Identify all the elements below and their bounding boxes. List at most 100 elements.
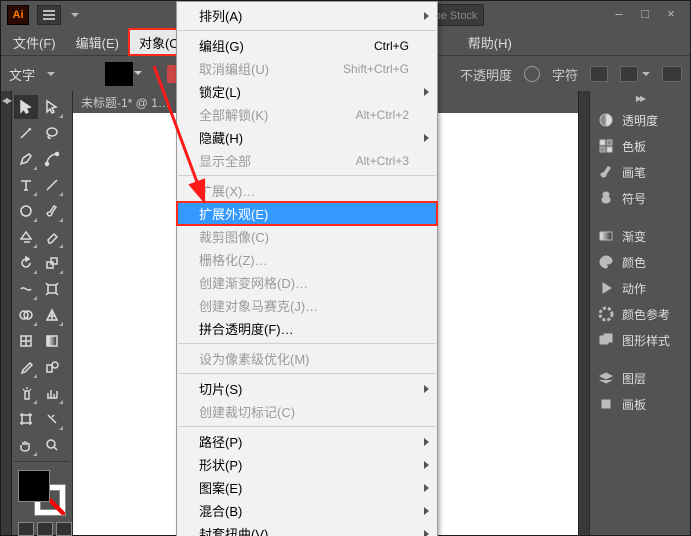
tool-width[interactable] bbox=[14, 277, 38, 301]
tool-gradient[interactable] bbox=[40, 329, 64, 353]
chevron-right-icon bbox=[424, 385, 429, 393]
tool-brush[interactable] bbox=[40, 199, 64, 223]
tool-line[interactable] bbox=[40, 173, 64, 197]
characters-label[interactable]: 字符 bbox=[552, 65, 578, 84]
tool-eraser[interactable] bbox=[40, 225, 64, 249]
menu-unlock-all: 全部解锁(K)Alt+Ctrl+2 bbox=[177, 103, 437, 126]
menu-hide[interactable]: 隐藏(H) bbox=[177, 126, 437, 149]
menu-pattern[interactable]: 图案(E) bbox=[177, 476, 437, 499]
menu-ungroup: 取消编组(U)Shift+Ctrl+G bbox=[177, 57, 437, 80]
window-minimize-button[interactable]: – bbox=[606, 5, 632, 25]
panel-label: 颜色参考 bbox=[622, 306, 670, 323]
document-tab-title: 未标题-1* @ 1… bbox=[81, 94, 170, 111]
menu-expand: 扩展(X)… bbox=[177, 179, 437, 202]
menu-help[interactable]: 帮助(H) bbox=[458, 29, 522, 55]
transform-icon bbox=[620, 66, 638, 82]
panel-label: 画板 bbox=[622, 396, 646, 413]
menu-crop-image: 裁剪图像(C) bbox=[177, 225, 437, 248]
tool-hand[interactable] bbox=[14, 433, 38, 457]
window-maximize-button[interactable]: □ bbox=[632, 5, 658, 25]
symbols-icon bbox=[598, 190, 614, 206]
left-panel-collapse[interactable]: ◀▶ bbox=[1, 91, 12, 535]
panel-artboards[interactable]: 画板 bbox=[590, 391, 690, 417]
gradient-icon bbox=[598, 228, 614, 244]
tool-artboard[interactable] bbox=[14, 407, 38, 431]
menu-path[interactable]: 路径(P) bbox=[177, 430, 437, 453]
menu-edit[interactable]: 编辑(E) bbox=[66, 29, 129, 55]
panel-label: 颜色 bbox=[622, 254, 646, 271]
fill-stroke-control[interactable] bbox=[18, 470, 66, 516]
panel-brushes[interactable]: 画笔 bbox=[590, 159, 690, 185]
panel-transparency[interactable]: 透明度 bbox=[590, 107, 690, 133]
menu-flatten-transparency[interactable]: 拼合透明度(F)… bbox=[177, 317, 437, 340]
tool-zoom[interactable] bbox=[40, 433, 64, 457]
menu-gradient-mesh: 创建渐变网格(D)… bbox=[177, 271, 437, 294]
tool-perspective[interactable] bbox=[40, 303, 64, 327]
panel-actions[interactable]: 动作 bbox=[590, 275, 690, 301]
menu-file[interactable]: 文件(F) bbox=[3, 29, 66, 55]
menu-group[interactable]: 编组(G)Ctrl+G bbox=[177, 34, 437, 57]
menu-expand-appearance[interactable]: 扩展外观(E) bbox=[177, 202, 437, 225]
tool-selection[interactable] bbox=[14, 95, 38, 119]
tool-symbol-spray[interactable] bbox=[14, 381, 38, 405]
menu-envelope[interactable]: 封套扭曲(V) bbox=[177, 522, 437, 536]
tool-scale[interactable] bbox=[40, 251, 64, 275]
tool-slice[interactable] bbox=[40, 407, 64, 431]
layers-icon bbox=[598, 370, 614, 386]
brushes-icon bbox=[598, 164, 614, 180]
color-mode-btn[interactable] bbox=[18, 522, 34, 536]
panel-symbols[interactable]: 符号 bbox=[590, 185, 690, 211]
menu-slice[interactable]: 切片(S) bbox=[177, 377, 437, 400]
color-guide-icon bbox=[598, 306, 614, 322]
tool-shaper[interactable] bbox=[14, 225, 38, 249]
panel-color[interactable]: 颜色 bbox=[590, 249, 690, 275]
gradient-mode-btn[interactable] bbox=[37, 522, 53, 536]
panel-gradient[interactable]: 渐变 bbox=[590, 223, 690, 249]
opacity-label[interactable]: 不透明度 bbox=[460, 65, 512, 84]
panel-label: 色板 bbox=[622, 138, 646, 155]
right-panel-collapse[interactable] bbox=[578, 91, 589, 535]
tool-rect[interactable] bbox=[14, 199, 38, 223]
chevron-right-icon bbox=[424, 12, 429, 20]
panel-color-guide[interactable]: 颜色参考 bbox=[590, 301, 690, 327]
app-logo: Ai bbox=[7, 5, 29, 25]
menu-shape[interactable]: 形状(P) bbox=[177, 453, 437, 476]
chevron-down-icon[interactable] bbox=[47, 72, 55, 76]
panel-graphic-styles[interactable]: 图形样式 bbox=[590, 327, 690, 353]
tool-pen[interactable] bbox=[14, 147, 38, 171]
toolbox bbox=[12, 91, 73, 535]
paragraph-icon-group[interactable] bbox=[590, 66, 608, 82]
more-options-icon[interactable] bbox=[662, 66, 682, 82]
chevron-right-icon bbox=[424, 438, 429, 446]
tool-rotate[interactable] bbox=[14, 251, 38, 275]
panel-layers[interactable]: 图层 bbox=[590, 365, 690, 391]
panel-label: 符号 bbox=[622, 190, 646, 207]
none-mode-btn[interactable] bbox=[56, 522, 72, 536]
tool-mesh[interactable] bbox=[14, 329, 38, 353]
transform-icon-group[interactable] bbox=[620, 66, 650, 82]
menu-pixel-perfect: 设为像素级优化(M) bbox=[177, 347, 437, 370]
tool-free-transform[interactable] bbox=[40, 277, 64, 301]
tool-type[interactable] bbox=[14, 173, 38, 197]
menu-lock[interactable]: 锁定(L) bbox=[177, 80, 437, 103]
color-icon bbox=[598, 254, 614, 270]
chevron-right-icon bbox=[424, 530, 429, 536]
menu-arrange[interactable]: 排列(A) bbox=[177, 4, 437, 27]
style-target-icon[interactable] bbox=[524, 66, 540, 82]
window-close-button[interactable]: × bbox=[658, 5, 684, 25]
chevron-double-icon[interactable]: ▶▶ bbox=[590, 95, 690, 107]
fill-color-swatch[interactable] bbox=[105, 62, 133, 86]
fill-swatch[interactable] bbox=[18, 470, 50, 502]
menu-blend[interactable]: 混合(B) bbox=[177, 499, 437, 522]
menu-show-all: 显示全部Alt+Ctrl+3 bbox=[177, 149, 437, 172]
panel-swatches[interactable]: 色板 bbox=[590, 133, 690, 159]
tool-magic-wand[interactable] bbox=[14, 121, 38, 145]
tool-shape-builder[interactable] bbox=[14, 303, 38, 327]
tool-direct-select[interactable] bbox=[40, 95, 64, 119]
tool-graph[interactable] bbox=[40, 381, 64, 405]
layout-switcher[interactable] bbox=[37, 5, 61, 25]
tool-blend[interactable] bbox=[40, 355, 64, 379]
tool-eyedropper[interactable] bbox=[14, 355, 38, 379]
tool-curvature[interactable] bbox=[40, 147, 64, 171]
tool-lasso[interactable] bbox=[40, 121, 64, 145]
